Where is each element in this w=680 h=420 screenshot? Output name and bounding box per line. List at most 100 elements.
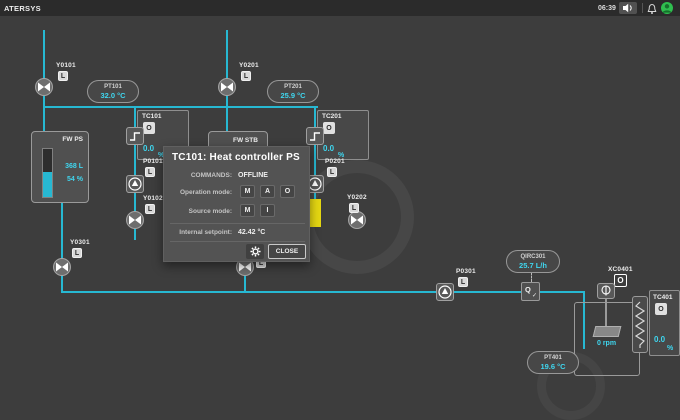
setpoint-label: Internal setpoint: [179, 229, 232, 236]
setpoint-value: 42.42 °C [238, 229, 266, 236]
gauge-pt401[interactable]: PT401 19.6 °C [527, 351, 579, 374]
tc201-output-value: 0.0 [323, 144, 335, 153]
controller-tc201[interactable]: TC201 O 0.0 % [317, 110, 369, 160]
gauge-pt401-value: 19.6 °C [540, 361, 566, 371]
tank-fw-ps: FW PS 368 L 54 % [31, 131, 89, 203]
speaker-button[interactable] [619, 2, 637, 14]
mixer-motor[interactable] [597, 283, 615, 299]
bell-icon [647, 3, 657, 14]
tank-level-value: 54 % [67, 176, 83, 183]
valve-y0102-badge: L [145, 204, 155, 214]
dialog-divider [170, 223, 305, 224]
heater-element [632, 296, 648, 353]
commands-status: OFFLINE [238, 172, 268, 179]
user-avatar-button[interactable] [661, 2, 673, 14]
close-button[interactable]: CLOSE [268, 244, 306, 259]
operation-mode-label: Operation mode: [179, 189, 232, 196]
controller-tc401[interactable]: TC401 O 0.0 % [649, 290, 680, 356]
tc101-mode-button[interactable]: O [143, 122, 155, 134]
operation-mode-a-button[interactable]: A [260, 185, 275, 198]
gauge-pt101-value: 32.0 °C [100, 90, 126, 100]
gauge-pt401-name: PT401 [544, 354, 562, 361]
dialog-divider [170, 241, 305, 242]
scada-screen: ATERSYS 06:39 FW PS 368 L 54 % FW STB TC… [0, 0, 680, 420]
operation-mode-o-button[interactable]: O [280, 185, 295, 198]
mixer-speed-value: 0 rpm [597, 340, 617, 347]
pump-p0101-badge: L [145, 167, 155, 177]
pump-p0301-badge: L [458, 277, 468, 287]
pump-p0101[interactable] [126, 175, 144, 193]
pump-icon [438, 285, 452, 299]
valve-y0202-badge: L [349, 203, 359, 213]
pipe-header-top [43, 106, 318, 108]
tank-level-bar [42, 148, 53, 198]
commands-label: COMMANDS: [190, 172, 232, 179]
valve-icon [221, 82, 233, 92]
pump-icon [128, 177, 142, 191]
valve-icon [56, 262, 68, 272]
valve-y0101[interactable] [35, 78, 53, 96]
valve-y0301[interactable] [53, 258, 71, 276]
operation-mode-m-button[interactable]: M [240, 185, 255, 198]
valve-y0301-badge: L [72, 248, 82, 258]
gauge-pt201[interactable]: PT201 25.9 °C [267, 80, 319, 103]
source-mode-label: Source mode: [188, 208, 232, 215]
top-bar: ATERSYS 06:39 [0, 0, 680, 16]
valve-y0201[interactable] [218, 78, 236, 96]
valve-y0101-badge: L [58, 71, 68, 81]
gauge-pt101-name: PT101 [104, 83, 122, 90]
speaker-icon [623, 3, 632, 13]
source-mode-m-button[interactable]: M [240, 204, 255, 217]
motor-icon [601, 285, 611, 296]
alarm-bell-button[interactable] [646, 2, 658, 14]
pump-p0201-label: P0201 [325, 158, 345, 165]
tc101-output-value: 0.0 [143, 144, 155, 153]
controller-tc201-label: TC201 [322, 113, 342, 120]
flow-sensor-letter: Q [525, 285, 531, 294]
mixer-xc0401-label: XC0401 [608, 266, 633, 273]
pump-p0301-label: P0301 [456, 268, 476, 275]
tank-fw-ps-label: FW PS [62, 136, 83, 143]
gauge-pt101[interactable]: PT101 32.0 °C [87, 80, 139, 103]
gauge-pt201-name: PT201 [284, 83, 302, 90]
heating-coil-icon [634, 301, 646, 348]
controller-tc101-label: TC101 [142, 113, 162, 120]
user-icon [662, 4, 672, 13]
pipe-branch-y0302 [244, 274, 246, 293]
valve-y0102[interactable] [126, 211, 144, 229]
tc101-faceplate-dialog: TC101: Heat controller PS COMMANDS: OFFL… [163, 146, 310, 262]
valve-y0301-label: Y0301 [70, 239, 90, 246]
check-icon: ✓ [531, 293, 537, 299]
tank-volume-value: 368 L [65, 163, 83, 170]
settings-button[interactable] [246, 244, 264, 259]
pump-p0101-label: P0101 [143, 158, 163, 165]
pipe-main-bottom [61, 291, 585, 293]
valve-y0201-label: Y0201 [239, 62, 259, 69]
controller-tc401-label: TC401 [653, 294, 673, 301]
gear-icon [249, 246, 261, 257]
pump-p0301[interactable] [436, 283, 454, 301]
mixer-shaft [605, 299, 607, 328]
app-title: ATERSYS [4, 4, 41, 13]
valve-icon [129, 215, 141, 225]
pump-p0201-badge: L [327, 167, 337, 177]
valve-y0202-label: Y0202 [347, 194, 367, 201]
tc201-controller-icon[interactable] [306, 127, 324, 145]
mixer-paddle [592, 326, 622, 337]
gauge-qirc301-value: 25.7 L/h [519, 260, 547, 270]
mixer-xc0401-badge: O [614, 274, 627, 287]
valve-y0102-label: Y0102 [143, 195, 163, 202]
gauge-qirc301[interactable]: QIRC301 25.7 L/h [506, 250, 560, 273]
flow-sensor-qirc301[interactable]: Q ✓ [521, 282, 540, 301]
mixing-tank [574, 302, 640, 376]
pipe-tank-outlet [61, 202, 63, 293]
tc401-mode-button[interactable]: O [655, 303, 667, 315]
valve-y0202[interactable] [348, 211, 366, 229]
valve-icon [351, 215, 363, 225]
valve-icon [38, 82, 50, 92]
tank-fw-stb-label: FW STB [233, 137, 258, 144]
source-mode-i-button[interactable]: I [260, 204, 275, 217]
tc201-mode-button[interactable]: O [323, 122, 335, 134]
gauge-pt201-value: 25.9 °C [280, 90, 306, 100]
tc101-controller-icon[interactable] [126, 127, 144, 145]
